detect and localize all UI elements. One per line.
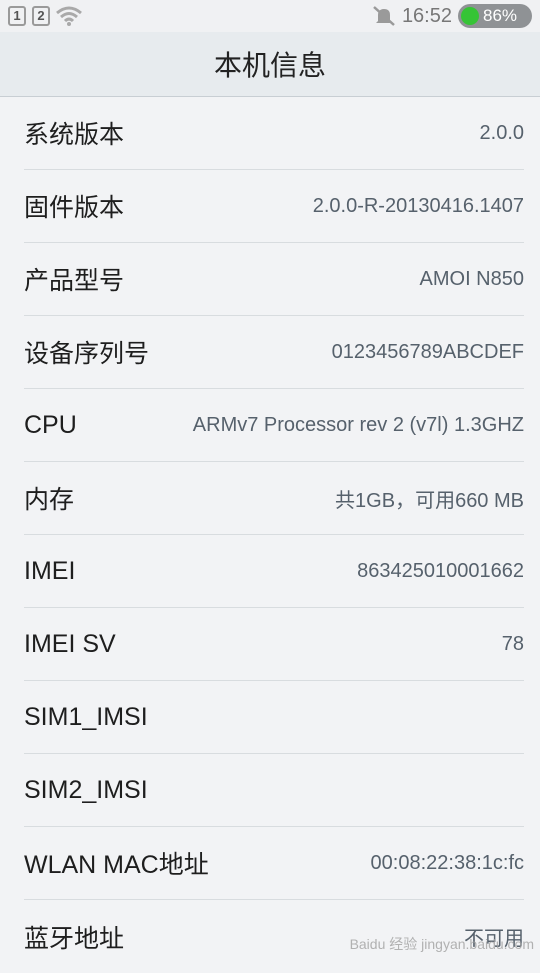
item-label: SIM2_IMSI (24, 776, 148, 805)
watermark: Baidu 经验 jingyan.baidu.com (350, 934, 534, 954)
item-label: 系统版本 (24, 115, 124, 151)
info-list: 系统版本 2.0.0 固件版本 2.0.0-R-20130416.1407 产品… (0, 97, 540, 973)
list-item-sim2-imsi[interactable]: SIM2_IMSI (24, 754, 524, 827)
item-value: 0123456789ABCDEF (332, 341, 524, 364)
item-value: 00:08:22:38:1c:fc (371, 852, 524, 875)
wifi-icon (56, 6, 82, 26)
battery-indicator: 86% (458, 4, 532, 28)
item-label: 设备序列号 (24, 334, 149, 370)
page-title: 本机信息 (214, 44, 326, 84)
list-item-system-version[interactable]: 系统版本 2.0.0 (24, 97, 524, 170)
list-item-serial-number[interactable]: 设备序列号 0123456789ABCDEF (24, 316, 524, 389)
status-left: 1 2 (8, 6, 82, 26)
item-value: 2.0.0 (480, 122, 524, 145)
mute-icon (372, 5, 396, 27)
battery-icon (461, 7, 479, 25)
item-value: 2.0.0-R-20130416.1407 (313, 195, 524, 218)
item-label: 产品型号 (24, 261, 124, 297)
sim1-icon: 1 (8, 6, 26, 26)
item-label: WLAN MAC地址 (24, 845, 209, 881)
list-item-product-model[interactable]: 产品型号 AMOI N850 (24, 243, 524, 316)
list-item-firmware-version[interactable]: 固件版本 2.0.0-R-20130416.1407 (24, 170, 524, 243)
battery-percent: 86% (483, 6, 517, 26)
item-label: SIM1_IMSI (24, 703, 148, 732)
list-item-cpu[interactable]: CPU ARMv7 Processor rev 2 (v7l) 1.3GHZ (24, 389, 524, 462)
item-label: CPU (24, 411, 77, 440)
status-bar: 1 2 16:52 86% (0, 0, 540, 32)
item-label: IMEI (24, 557, 75, 586)
clock: 16:52 (402, 5, 452, 28)
item-label: 固件版本 (24, 188, 124, 224)
list-item-memory[interactable]: 内存 共1GB，可用660 MB (24, 462, 524, 535)
item-value: 863425010001662 (357, 560, 524, 583)
list-item-imei-sv[interactable]: IMEI SV 78 (24, 608, 524, 681)
sim2-icon: 2 (32, 6, 50, 26)
list-item-wlan-mac[interactable]: WLAN MAC地址 00:08:22:38:1c:fc (24, 827, 524, 900)
item-label: 蓝牙地址 (24, 919, 124, 955)
item-value: ARMv7 Processor rev 2 (v7l) 1.3GHZ (193, 414, 524, 437)
item-label: IMEI SV (24, 630, 116, 659)
list-item-sim1-imsi[interactable]: SIM1_IMSI (24, 681, 524, 754)
list-item-imei[interactable]: IMEI 863425010001662 (24, 535, 524, 608)
item-label: 内存 (24, 480, 74, 516)
item-value: 共1GB，可用660 MB (335, 484, 524, 513)
item-value: 78 (502, 633, 524, 656)
status-right: 16:52 86% (372, 4, 532, 28)
item-value: AMOI N850 (420, 268, 524, 291)
title-bar: 本机信息 (0, 32, 540, 97)
